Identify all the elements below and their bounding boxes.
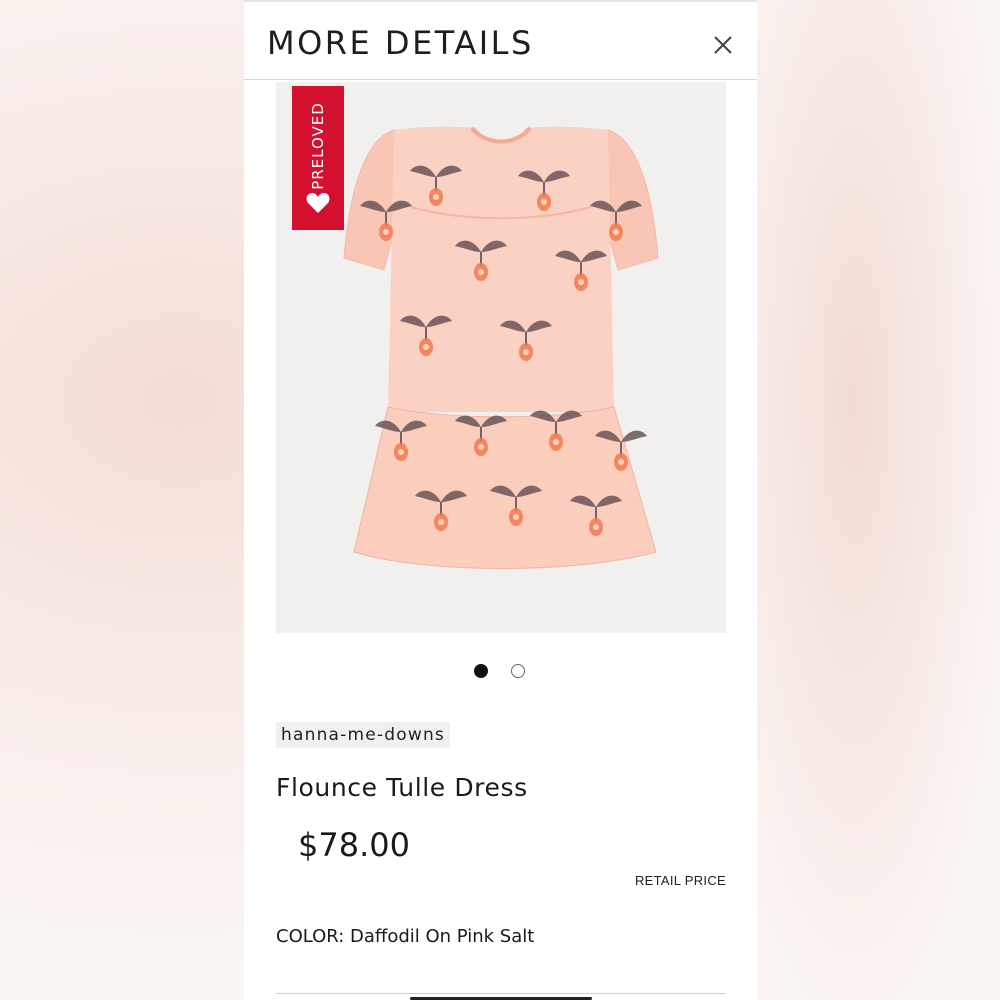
product-name: Flounce Tulle Dress [276, 773, 528, 802]
close-icon [714, 36, 732, 54]
product-color: COLOR: Daffodil On Pink Salt [276, 926, 535, 947]
product-image[interactable]: PRELOVED [276, 82, 726, 633]
carousel-dot-1[interactable] [474, 664, 488, 678]
close-button[interactable] [710, 32, 736, 58]
heart-icon [306, 193, 330, 213]
page-title: MORE DETAILS [267, 24, 534, 62]
details-header: MORE DETAILS [244, 0, 757, 80]
brand-tag[interactable]: hanna-me-downs [276, 722, 450, 748]
background-right [757, 0, 1000, 1000]
retail-price-label: RETAIL PRICE [634, 873, 726, 888]
divider [276, 993, 726, 994]
carousel-dot-2[interactable] [511, 664, 525, 678]
product-price: $78.00 [298, 826, 410, 864]
preloved-badge-label: PRELOVED [309, 102, 327, 190]
details-panel: MORE DETAILS PRELOVED hanna-me-downs Flo… [244, 0, 757, 1000]
preloved-badge: PRELOVED [292, 86, 344, 230]
